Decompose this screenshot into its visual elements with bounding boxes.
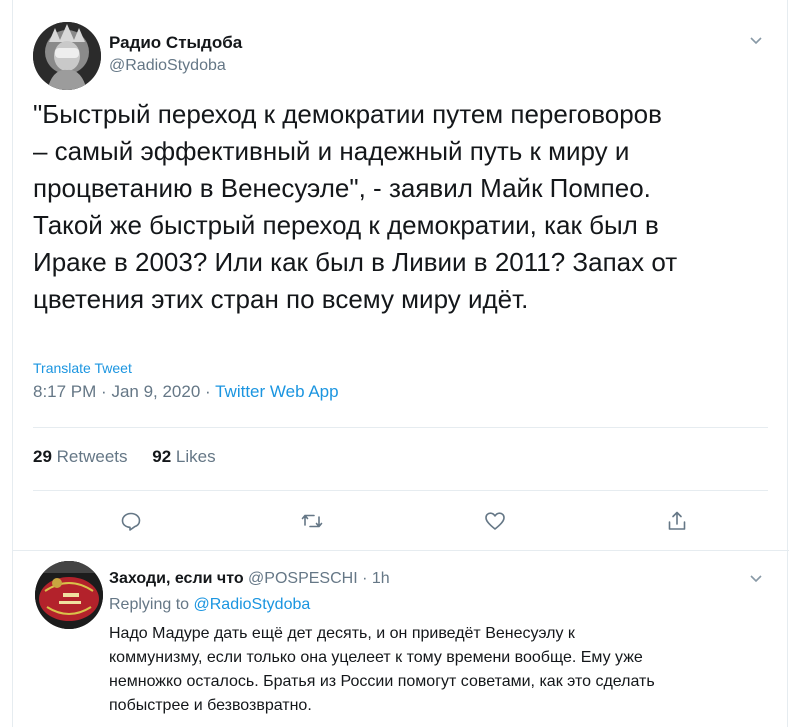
likes-label: Likes (175, 447, 216, 466)
likes-stat[interactable]: 92 Likes (152, 447, 215, 466)
reply-author-name[interactable]: Заходи, если что (109, 570, 244, 587)
author-name[interactable]: Радио Стыдоба (109, 33, 242, 53)
chevron-down-icon[interactable] (749, 36, 763, 46)
share-icon[interactable] (665, 509, 689, 533)
divider (33, 490, 768, 491)
reply-icon[interactable] (119, 509, 143, 533)
avatar-image (33, 22, 101, 90)
tweet-card: Радио Стыдоба @RadioStydoba "Быстрый пер… (12, 0, 789, 727)
tweet-meta: 8:17 PM · Jan 9, 2020 · Twitter Web App (33, 382, 339, 402)
tweet-time[interactable]: 8:17 PM (33, 382, 96, 401)
section-separator (13, 550, 789, 551)
retweets-stat[interactable]: 29 Retweets (33, 447, 128, 466)
reply-text: Надо Мадуре дать ещё дет десять, и он пр… (109, 625, 655, 714)
avatar-image (35, 561, 103, 629)
chevron-down-icon[interactable] (749, 574, 763, 584)
retweets-count: 29 (33, 447, 52, 466)
author-handle[interactable]: @RadioStydoba (109, 57, 226, 75)
meta-separator: · (205, 382, 216, 401)
meta-separator: · (101, 382, 112, 401)
likes-count: 92 (152, 447, 172, 466)
replying-mention[interactable]: @RadioStydoba (194, 596, 311, 613)
tweet-source-app[interactable]: Twitter Web App (215, 382, 338, 401)
tweet-stats: 29 Retweets 92 Likes (33, 447, 216, 467)
replying-label: Replying to (109, 596, 190, 613)
translate-tweet-link[interactable]: Translate Tweet (33, 360, 132, 376)
heart-icon[interactable] (483, 509, 507, 533)
tweet-date[interactable]: Jan 9, 2020 (111, 382, 200, 401)
divider (33, 427, 768, 428)
retweet-icon[interactable] (300, 509, 324, 533)
replying-to: Replying to @RadioStydoba (109, 596, 310, 614)
reply-author-avatar[interactable] (35, 561, 103, 629)
reply-header: Заходи, если что @POSPESCHI · 1h (109, 570, 390, 588)
reply-author-handle[interactable]: @POSPESCHI (248, 570, 358, 587)
meta-separator: · (362, 570, 372, 587)
retweets-label: Retweets (56, 447, 128, 466)
tweet-text: "Быстрый переход к демократии путем пере… (33, 99, 678, 314)
reply-time[interactable]: 1h (372, 570, 390, 587)
author-avatar[interactable] (33, 22, 101, 90)
